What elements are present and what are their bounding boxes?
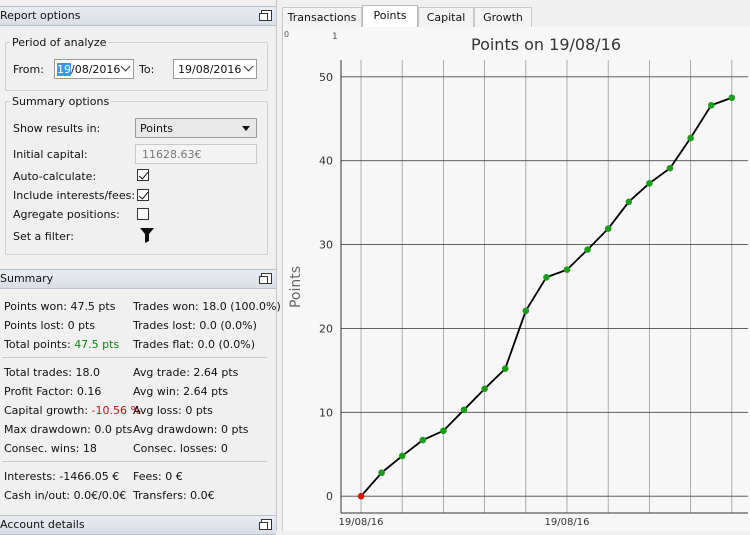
y-tick-label: 0	[326, 490, 333, 503]
data-point	[501, 365, 509, 373]
report-options-title: Report options	[0, 9, 81, 22]
account-details-title: Account details	[0, 518, 85, 531]
cash-in-out: Cash in/out: 0.0€/0.0€	[4, 489, 127, 502]
avg-drawdown: Avg drawdown: 0 pts	[133, 423, 249, 436]
chevron-down-icon	[243, 61, 254, 72]
data-point	[666, 164, 674, 172]
data-point	[707, 102, 715, 109]
transfers: Transfers: 0.0€	[133, 489, 215, 502]
from-date-picker[interactable]: 19/08/2016	[54, 59, 134, 79]
show-results-label: Show results in:	[13, 122, 101, 135]
checkmark-icon	[138, 169, 149, 180]
account-details-header[interactable]: Account details	[0, 515, 276, 535]
capital-growth: Capital growth: -10.56 %	[4, 404, 141, 417]
auto-calculate-checkbox[interactable]	[137, 169, 149, 181]
aggregate-positions-label: Agregate positions:	[13, 208, 120, 221]
to-date-value: 19/08/2016	[178, 63, 242, 76]
consec-losses: Consec. losses: 0	[133, 442, 228, 455]
points-chart: 0 10 20 30 40 50 Points on 19/08/16 0 1 Points 19/…	[284, 30, 748, 528]
avg-trade: Avg trade: 2.64 pts	[133, 366, 239, 379]
data-point	[687, 134, 694, 142]
tab-transactions[interactable]: Transactions	[282, 7, 362, 27]
float-panel-icon[interactable]	[259, 273, 272, 284]
trades-lost: Trades lost: 0.0 (0.0%)	[133, 319, 257, 332]
top-tick-label: 1	[332, 32, 338, 42]
data-point	[646, 180, 653, 187]
dropdown-arrow-icon	[242, 126, 250, 131]
y-tick-label: 50	[319, 71, 333, 84]
data-point	[419, 436, 427, 444]
max-drawdown: Max drawdown: 0.0 pts	[4, 423, 133, 436]
data-point	[728, 94, 736, 102]
to-date-picker[interactable]: 19/08/2016	[173, 59, 257, 79]
data-point	[398, 452, 406, 460]
x-tick-label: 19/08/16	[339, 517, 384, 528]
data-point	[563, 266, 571, 274]
set-filter-label: Set a filter:	[13, 230, 74, 243]
data-point	[378, 469, 385, 477]
left-panel: Report options Period of analyze From: 1…	[0, 0, 281, 535]
data-point	[481, 385, 488, 393]
avg-loss: Avg loss: 0 pts	[133, 404, 213, 417]
chevron-down-icon	[120, 61, 131, 72]
tab-points[interactable]: Points	[362, 5, 418, 28]
data-point	[625, 198, 633, 206]
float-panel-icon[interactable]	[259, 10, 272, 21]
initial-capital-value: 11628.63€	[142, 148, 202, 161]
show-results-value: Points	[140, 122, 174, 135]
aggregate-positions-checkbox[interactable]	[137, 208, 149, 220]
fees: Fees: 0 €	[133, 470, 183, 483]
total-trades: Total trades: 18.0	[4, 366, 100, 379]
consec-wins: Consec. wins: 18	[4, 442, 97, 455]
x-tick-label: 19/08/16	[545, 517, 590, 528]
period-group-title: Period of analyze	[10, 36, 109, 49]
data-point	[584, 246, 591, 253]
trades-flat: Trades flat: 0.0 (0.0%)	[133, 338, 256, 351]
data-point	[604, 225, 612, 232]
summary-options-title: Summary options	[10, 95, 112, 108]
y-tick-label: 40	[319, 155, 333, 168]
total-points: Total points: 47.5 pts	[4, 338, 120, 351]
start-data-point	[357, 492, 365, 500]
points-won: Points won: 47.5 pts	[4, 300, 116, 313]
include-interests-label: Include interests/fees:	[13, 189, 136, 202]
data-point	[440, 427, 447, 435]
top-tick-label: 0	[284, 30, 289, 39]
from-label: From:	[13, 63, 44, 76]
initial-capital-field[interactable]: 11628.63€	[135, 144, 257, 164]
to-label: To:	[139, 63, 155, 76]
avg-win: Avg win: 2.64 pts	[133, 385, 229, 398]
trades-won: Trades won: 18.0 (100.0%)	[133, 300, 281, 313]
divider	[2, 357, 267, 358]
summary-header: Summary	[0, 269, 276, 289]
y-axis-label: Points	[288, 266, 304, 308]
data-point	[522, 307, 530, 315]
divider	[2, 461, 267, 462]
show-results-select[interactable]: Points	[135, 118, 257, 138]
interests: Interests: -1466.05 €	[4, 470, 120, 483]
y-tick-label: 20	[319, 322, 333, 335]
float-panel-icon[interactable]	[259, 519, 272, 530]
data-point	[460, 406, 468, 414]
include-interests-checkbox[interactable]	[137, 189, 149, 201]
points-chart-area: 0 10 20 30 40 50 Points on 19/08/16 0 1 Points 19/…	[282, 27, 750, 531]
from-date-value: 19/08/2016	[57, 63, 121, 76]
tab-growth[interactable]: Growth	[474, 7, 532, 27]
checkmark-icon	[138, 189, 149, 200]
data-point	[543, 273, 550, 281]
chart-title: Points on 19/08/16	[471, 35, 621, 54]
report-options-header: Report options	[0, 6, 276, 26]
profit-factor: Profit Factor: 0.16	[4, 385, 102, 398]
auto-calculate-label: Auto-calculate:	[13, 170, 97, 183]
filter-funnel-icon[interactable]	[139, 227, 155, 243]
points-lost: Points lost: 0 pts	[4, 319, 96, 332]
summary-title: Summary	[0, 272, 54, 285]
y-tick-label: 10	[319, 406, 333, 419]
initial-capital-label: Initial capital:	[13, 148, 88, 161]
tab-capital[interactable]: Capital	[418, 7, 474, 27]
y-tick-label: 30	[319, 239, 333, 252]
